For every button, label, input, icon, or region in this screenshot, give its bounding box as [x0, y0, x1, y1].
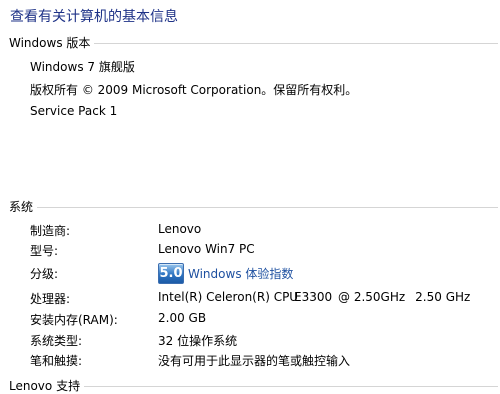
section-divider	[84, 385, 498, 387]
model-value: Lenovo Win7 PC	[158, 242, 255, 256]
experience-score-badge: 5.0	[158, 263, 184, 284]
section-divider	[37, 206, 498, 208]
section-divider	[94, 42, 498, 44]
system-properties-page: 查看有关计算机的基本信息 Windows 版本 Windows 7 旗舰版 版权…	[0, 0, 500, 394]
support-header-label: Lenovo 支持	[9, 378, 81, 393]
cpu-rated-speed: @ 2.50GHz	[338, 290, 406, 304]
manufacturer-label: 制造商:	[30, 224, 71, 238]
support-section-header: Lenovo 支持	[9, 378, 498, 393]
pen-touch-value: 没有可用于此显示器的笔或触控输入	[158, 354, 351, 368]
ram-value: 2.00 GB	[158, 311, 207, 325]
pen-touch-label: 笔和触摸:	[30, 354, 83, 368]
system-header-label: 系统	[9, 199, 34, 214]
cpu-model: Intel(R) Celeron(R) CPU	[158, 290, 299, 304]
rating-label: 分级:	[30, 267, 59, 281]
model-label: 型号:	[30, 244, 59, 258]
system-section-header: 系统	[9, 199, 498, 214]
copyright-text: 版权所有 © 2009 Microsoft Corporation。保留所有权利…	[30, 83, 358, 97]
windows-edition-section-header: Windows 版本	[9, 35, 498, 50]
windows-experience-index-link[interactable]: 5.0 Windows 体验指数	[158, 263, 293, 284]
manufacturer-value: Lenovo	[158, 222, 202, 236]
page-title: 查看有关计算机的基本信息	[10, 9, 178, 25]
processor-value: Intel(R) Celeron(R) CPU E3300 @ 2.50GHz …	[158, 290, 470, 304]
cpu-number: E3300	[294, 290, 333, 304]
system-type-value: 32 位操作系统	[158, 334, 238, 348]
windows-edition-header-label: Windows 版本	[9, 35, 91, 50]
ram-label: 安装内存(RAM):	[30, 313, 118, 327]
system-type-label: 系统类型:	[30, 334, 83, 348]
cpu-current-speed: 2.50 GHz	[415, 290, 471, 304]
windows-edition-name: Windows 7 旗舰版	[30, 60, 135, 74]
experience-index-link-text: Windows 体验指数	[188, 267, 294, 281]
rating-value: 5.0 Windows 体验指数	[158, 263, 293, 284]
service-pack-text: Service Pack 1	[30, 104, 118, 118]
processor-label: 处理器:	[30, 292, 71, 306]
